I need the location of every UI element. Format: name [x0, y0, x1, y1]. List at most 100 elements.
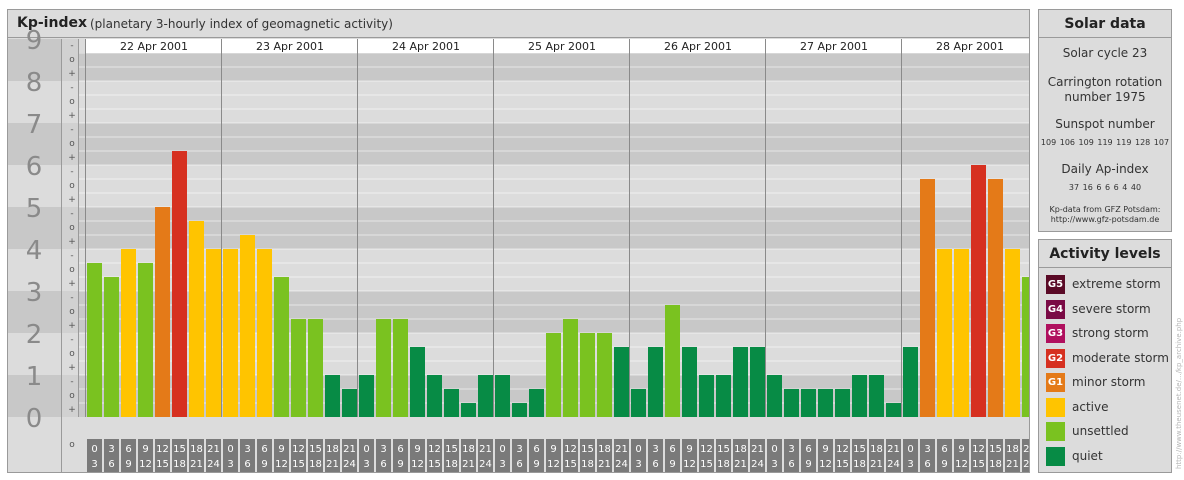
level-g4: G4 severe storm: [1046, 299, 1170, 320]
interval-start-label: 12: [564, 444, 577, 455]
solar-data-panel: Solar data Solar cycle 23 Carrington rot…: [1038, 9, 1172, 232]
kp-chart-panel: Kp-index (planetary 3-hourly index of ge…: [7, 9, 1030, 473]
interval-start-label: 3: [244, 444, 250, 455]
interval-end-label: 18: [717, 459, 730, 470]
minor-tick-label: o: [69, 349, 75, 359]
kp-bar: [529, 388, 544, 417]
daily-ap-label: Daily Ap-index: [1061, 162, 1149, 176]
level-swatch: [1046, 422, 1065, 441]
level-label: severe storm: [1072, 301, 1151, 316]
level-label: moderate storm: [1072, 350, 1169, 365]
kp-bar: [886, 403, 901, 417]
day-label: 27 Apr 2001: [800, 40, 868, 53]
interval-start-label: 21: [343, 444, 356, 455]
minor-tick-label: -: [70, 293, 73, 303]
minor-tick-label: +: [68, 237, 76, 247]
interval-end-label: 12: [139, 459, 152, 470]
day-label: 26 Apr 2001: [664, 40, 732, 53]
interval-end-label: 9: [397, 459, 403, 470]
interval-end-label: 18: [989, 459, 1002, 470]
interval-start-label: 6: [125, 444, 131, 455]
kp-bar: [461, 403, 476, 417]
kp-bar: [87, 262, 102, 417]
kp-bar: [325, 375, 340, 417]
y-tick-label: 8: [26, 68, 43, 98]
kp-bar: [954, 249, 969, 417]
y-tick-label: 3: [26, 278, 43, 308]
kp-bar: [801, 388, 816, 417]
interval-start-label: 6: [941, 444, 947, 455]
kp-bar: [733, 346, 748, 417]
y-tick-label: 1: [26, 362, 43, 392]
interval-start-label: 0: [91, 444, 97, 455]
level-label: quiet: [1072, 448, 1103, 463]
kp-bar: [410, 346, 425, 417]
kp-bar: [631, 388, 646, 417]
interval-start-label: 6: [669, 444, 675, 455]
interval-start-label: 21: [751, 444, 764, 455]
interval-end-label: 15: [564, 459, 577, 470]
kp-bar-chart: 22 Apr 2001 23 Apr 2001 24 Apr 2001 25 Apr …: [8, 26, 1029, 472]
level-unsettled: unsettled: [1046, 422, 1170, 442]
credit-link[interactable]: http://www.theusenet.de/.../kp_archive.p…: [1175, 318, 1183, 469]
interval-end-label: 21: [462, 459, 475, 470]
interval-start-label: 21: [479, 444, 492, 455]
interval-end-label: 9: [125, 459, 131, 470]
interval-end-label: 15: [156, 459, 169, 470]
kp-bar: [257, 249, 272, 417]
interval-start-label: 18: [598, 444, 611, 455]
kp-bar: [155, 207, 170, 417]
minor-tick-label: -: [70, 125, 73, 135]
interval-start-label: 18: [190, 444, 203, 455]
kp-bar: [563, 319, 578, 417]
interval-start-label: 18: [870, 444, 883, 455]
interval-end-label: 15: [428, 459, 441, 470]
interval-start-label: 3: [652, 444, 658, 455]
interval-end-label: 3: [499, 459, 505, 470]
interval-start-label: 15: [581, 444, 594, 455]
interval-start-label: 18: [462, 444, 475, 455]
interval-start-label: 15: [853, 444, 866, 455]
kp-bar: [189, 220, 204, 417]
kp-bar: [988, 178, 1003, 417]
interval-end-label: 6: [924, 459, 930, 470]
y-tick-label: 4: [26, 236, 43, 266]
kp-bar: [682, 346, 697, 417]
level-swatch: [1046, 446, 1065, 466]
baseline-band: [78, 417, 1029, 439]
interval-start-label: 12: [428, 444, 441, 455]
interval-end-label: 6: [108, 459, 114, 470]
level-g2: G2 moderate storm: [1046, 348, 1170, 369]
interval-start-label: 0: [907, 444, 913, 455]
interval-start-label: 12: [156, 444, 169, 455]
kp-bar: [869, 375, 884, 417]
day-label: 28 Apr 2001: [936, 40, 1004, 53]
level-label: extreme storm: [1072, 277, 1161, 291]
minor-tick-label: o: [69, 265, 75, 275]
kp-bar: [376, 319, 391, 417]
y-tick-label: 2: [26, 320, 43, 350]
interval-start-label: 3: [924, 444, 930, 455]
interval-start-label: 18: [734, 444, 747, 455]
interval-end-label: 24: [207, 459, 220, 470]
interval-end-label: 6: [788, 459, 794, 470]
minor-tick-label: -: [70, 251, 73, 261]
kp-bar: [427, 375, 442, 417]
minor-tick-label: +: [68, 69, 76, 79]
interval-end-label: 15: [700, 459, 713, 470]
kp-bar: [716, 375, 731, 417]
level-label: minor storm: [1072, 375, 1146, 389]
level-g5: G5 extreme storm: [1046, 275, 1170, 295]
interval-end-label: 12: [411, 459, 424, 470]
level-swatch: G4: [1046, 299, 1065, 319]
kp-bar: [699, 375, 714, 417]
day-label: 25 Apr 2001: [528, 40, 596, 53]
source-link[interactable]: http://www.gfz-potsdam.de: [1039, 215, 1171, 225]
minor-tick-label: o: [69, 55, 75, 65]
minor-tick-label: -: [70, 377, 73, 387]
kp-bar: [903, 346, 918, 417]
minor-tick-label: +: [68, 321, 76, 331]
kp-bar: [478, 375, 493, 417]
interval-start-label: 3: [380, 444, 386, 455]
level-g3: G3 strong storm: [1046, 324, 1170, 344]
